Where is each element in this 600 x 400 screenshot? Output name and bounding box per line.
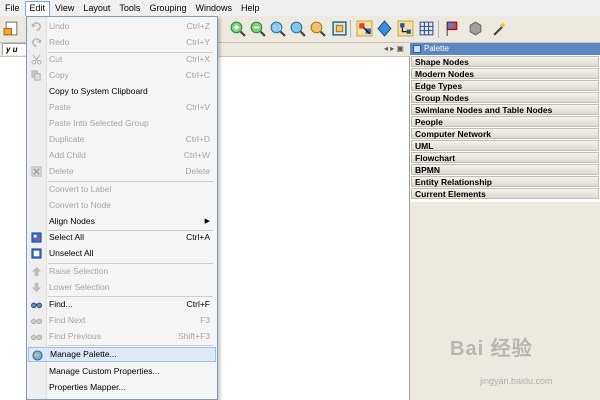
menu-bar: File Edit View Layout Tools Grouping Win… xyxy=(0,0,600,16)
zoom-in-icon[interactable] xyxy=(228,19,246,37)
palette-section-people[interactable]: People xyxy=(411,116,599,127)
find-next-icon xyxy=(31,318,42,325)
menu-item-raise-selection[interactable]: Raise Selection xyxy=(28,264,216,279)
palette-section-group-nodes[interactable]: Group Nodes xyxy=(411,92,599,103)
menu-view[interactable]: View xyxy=(51,1,78,15)
palette-section-current-elements[interactable]: Current Elements xyxy=(411,188,599,199)
navigate-icon[interactable] xyxy=(375,19,393,37)
flag-icon[interactable] xyxy=(443,19,461,37)
menu-item-convert-to-node[interactable]: Convert to Node xyxy=(28,198,216,213)
wizard-icon[interactable] xyxy=(490,19,508,37)
menu-edit[interactable]: Edit xyxy=(24,0,51,16)
menu-item-manage-palette[interactable]: Manage Palette... xyxy=(28,347,216,362)
menu-item-manage-custom-properties[interactable]: Manage Custom Properties... xyxy=(28,364,216,379)
menu-item-delete[interactable]: Delete Delete xyxy=(28,164,216,179)
palette-header: Palette xyxy=(410,43,600,55)
menu-item-copy[interactable]: Copy Ctrl+C xyxy=(28,68,216,83)
palette-section-swimlane[interactable]: Swimlane Nodes and Table Nodes xyxy=(411,104,599,115)
zoom-fit-icon[interactable] xyxy=(288,19,306,37)
undo-icon xyxy=(31,22,41,31)
menu-item-paste[interactable]: Paste Ctrl+V xyxy=(28,100,216,115)
menu-item-redo[interactable]: Redo Ctrl+Y xyxy=(28,35,216,50)
grid-icon[interactable] xyxy=(417,19,435,37)
new-document-icon[interactable] xyxy=(2,19,20,37)
zoom-area-icon[interactable] xyxy=(308,19,326,37)
palette-title: Palette xyxy=(424,44,449,53)
raise-arrow-icon xyxy=(31,266,42,277)
delete-icon xyxy=(31,166,42,177)
palette-section-bpmn[interactable]: BPMN xyxy=(411,164,599,175)
unselect-all-icon xyxy=(31,248,42,259)
palette-empty-area xyxy=(410,202,600,400)
edit-menu-dropdown: Undo Ctrl+Z Redo Ctrl+Y Cut Ctrl+X Copy … xyxy=(26,16,218,400)
palette-section-uml[interactable]: UML xyxy=(411,140,599,151)
menu-item-add-child[interactable]: Add Child Ctrl+W xyxy=(28,148,216,163)
palette-section-shape-nodes[interactable]: Shape Nodes xyxy=(411,56,599,67)
lower-arrow-icon xyxy=(31,282,42,293)
menu-item-find-next[interactable]: Find Next F3 xyxy=(28,313,216,328)
menu-layout[interactable]: Layout xyxy=(79,1,114,15)
menu-grouping[interactable]: Grouping xyxy=(145,1,190,15)
zoom-actual-size-icon[interactable]: 1:1 xyxy=(268,19,286,37)
menu-item-undo[interactable]: Undo Ctrl+Z xyxy=(28,19,216,34)
group-icon[interactable] xyxy=(466,19,484,37)
submenu-arrow-icon: ▶ xyxy=(204,218,210,225)
menu-item-select-all[interactable]: Select All Ctrl+A xyxy=(28,230,216,245)
palette-section-entity-relationship[interactable]: Entity Relationship xyxy=(411,176,599,187)
menu-item-convert-to-label[interactable]: Convert to Label xyxy=(28,182,216,197)
palette-globe-icon xyxy=(32,350,43,361)
menu-item-cut[interactable]: Cut Ctrl+X xyxy=(28,52,216,67)
menu-help[interactable]: Help xyxy=(237,1,264,15)
menu-item-find-previous[interactable]: Find Previous Shift+F3 xyxy=(28,329,216,344)
fit-content-icon[interactable] xyxy=(330,19,348,37)
copy-icon xyxy=(31,70,41,81)
menu-file[interactable]: File xyxy=(1,1,24,15)
svg-text:1:1: 1:1 xyxy=(273,25,282,31)
redo-icon xyxy=(32,38,42,47)
baidu-watermark: Bai 经验 xyxy=(450,338,533,360)
orthogonal-edges-icon[interactable] xyxy=(396,19,414,37)
tab-nav-arrows[interactable]: ◂ ▸ ▣ xyxy=(384,43,404,55)
menu-tools[interactable]: Tools xyxy=(115,1,144,15)
menu-item-copy-to-system-clipboard[interactable]: Copy to System Clipboard xyxy=(28,84,216,99)
baidu-watermark-url: jingyan.baidu.com xyxy=(480,376,553,386)
menu-item-properties-mapper[interactable]: Properties Mapper... xyxy=(28,380,216,395)
palette-section-modern-nodes[interactable]: Modern Nodes xyxy=(411,68,599,79)
menu-item-lower-selection[interactable]: Lower Selection xyxy=(28,280,216,295)
select-all-icon xyxy=(31,232,42,243)
menu-item-unselect-all[interactable]: Unselect All xyxy=(28,246,216,261)
menu-windows[interactable]: Windows xyxy=(191,1,236,15)
menu-item-align-nodes[interactable]: Align Nodes ▶ xyxy=(28,214,216,229)
menu-item-paste-into-selected-group[interactable]: Paste Into Selected Group xyxy=(28,116,216,131)
palette-icon xyxy=(413,45,421,53)
scissors-icon xyxy=(31,54,42,65)
palette-section-flowchart[interactable]: Flowchart xyxy=(411,152,599,163)
find-previous-icon xyxy=(31,334,42,341)
zoom-out-icon[interactable] xyxy=(248,19,266,37)
select-mode-icon[interactable] xyxy=(355,19,373,37)
menu-item-find[interactable]: Find... Ctrl+F xyxy=(28,297,216,312)
menu-item-duplicate[interactable]: Duplicate Ctrl+D xyxy=(28,132,216,147)
document-tab[interactable]: y u xyxy=(2,43,28,55)
palette-section-edge-types[interactable]: Edge Types xyxy=(411,80,599,91)
binoculars-icon xyxy=(31,302,42,309)
palette-section-computer-network[interactable]: Computer Network xyxy=(411,128,599,139)
